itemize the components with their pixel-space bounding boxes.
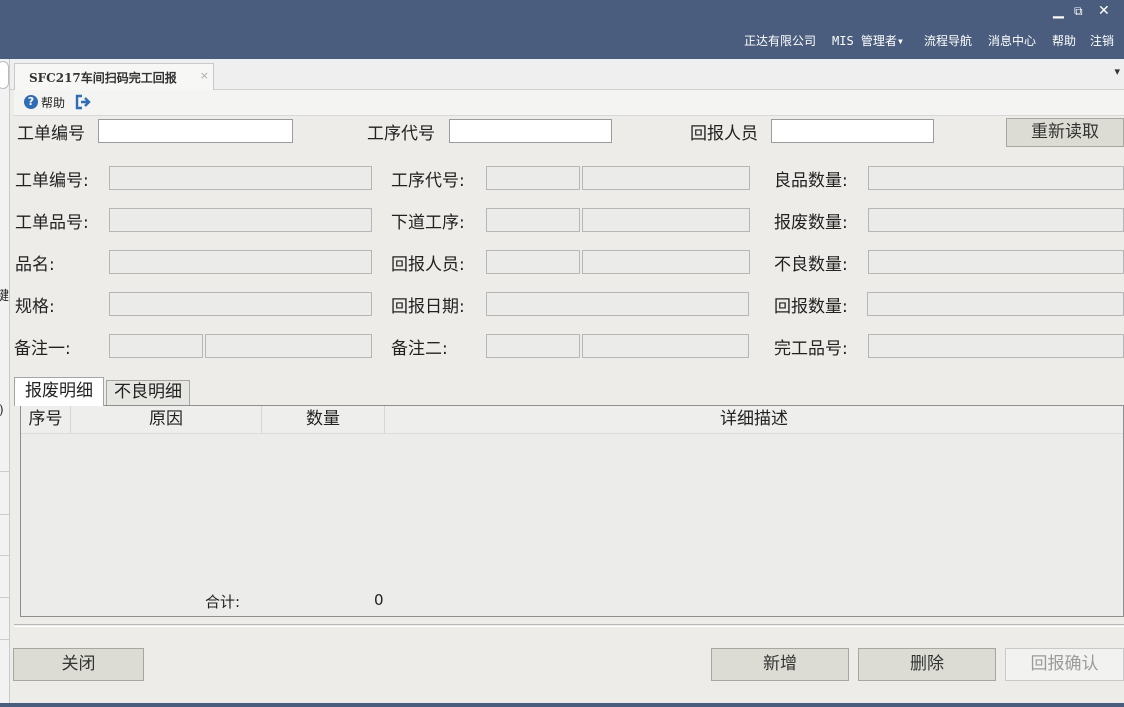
remark2-label: 备注二: [391, 339, 448, 359]
process-name-field[interactable] [582, 166, 750, 190]
process-code-label: 工序代号: [391, 171, 465, 191]
next-process-code-field[interactable] [486, 208, 580, 232]
reporter-name-field[interactable] [582, 250, 750, 274]
close-icon[interactable]: ✕ [1098, 2, 1110, 20]
logout-link[interactable]: 注销 [1090, 32, 1114, 50]
remark2-field-b[interactable] [582, 334, 749, 358]
remark1-field-b[interactable] [205, 334, 372, 358]
remark1-field-a[interactable] [109, 334, 203, 358]
remark1-label: 备注一: [14, 339, 71, 359]
finished-no-field[interactable] [868, 334, 1124, 358]
spec-field[interactable] [109, 292, 372, 316]
user-name: MIS 管理者 [832, 34, 897, 48]
report-date-field[interactable] [486, 292, 749, 316]
remark2-field-a[interactable] [486, 334, 580, 358]
tab-close-icon[interactable]: × [200, 69, 209, 82]
restore-icon[interactable]: ⧉ [1074, 2, 1083, 20]
product-name-label: 品名: [15, 255, 55, 275]
divider [0, 471, 9, 472]
grid-header-qty[interactable]: 数量 [262, 406, 385, 433]
company-name: 正达有限公司 [744, 34, 817, 48]
search-reporter-label: 回报人员 [690, 124, 758, 144]
report-qty-label: 回报数量: [774, 297, 848, 317]
good-qty-label: 良品数量: [774, 171, 848, 191]
process-code-field[interactable] [486, 166, 580, 190]
grid-header-reason[interactable]: 原因 [71, 406, 262, 433]
divider [0, 514, 9, 515]
flow-nav-link[interactable]: 流程导航 [924, 32, 972, 50]
good-qty-field[interactable] [868, 166, 1124, 190]
user-menu[interactable]: MIS 管理者▾ [832, 32, 904, 50]
add-button[interactable]: 新增 [711, 648, 849, 681]
scrap-qty-field[interactable] [868, 208, 1124, 232]
finished-no-label: 完工品号: [774, 339, 848, 359]
grid-header-seq[interactable]: 序号 [21, 406, 71, 433]
messages-link[interactable]: 消息中心 [988, 32, 1036, 50]
divider [14, 624, 1124, 625]
scrap-qty-label: 报废数量: [774, 213, 848, 233]
left-search-box[interactable] [0, 61, 9, 89]
left-panel: 键 :) [0, 59, 10, 707]
minimize-icon[interactable]: ▁ [1053, 2, 1064, 20]
product-no-label: 工单品号: [15, 213, 89, 233]
divider [0, 597, 9, 598]
search-work-order-label: 工单编号 [17, 124, 85, 144]
toolbar: ? 帮助 [14, 90, 1124, 116]
search-process-label: 工序代号 [367, 124, 435, 144]
reload-button[interactable]: 重新读取 [1006, 118, 1124, 147]
divider [0, 555, 9, 556]
chevron-down-icon: ▾ [896, 34, 905, 48]
divider [14, 626, 1124, 627]
close-button[interactable]: 关闭 [13, 648, 144, 681]
tab-defect-detail[interactable]: 不良明细 [106, 380, 190, 405]
tab-scrap-detail[interactable]: 报废明细 [14, 377, 104, 406]
toolbar-help-label[interactable]: 帮助 [41, 94, 65, 111]
top-bar: ▁ ⧉ ✕ 正达有限公司 MIS 管理者▾ 流程导航 消息中心 帮助 注销 [0, 0, 1124, 59]
report-date-label: 回报日期: [391, 297, 465, 317]
work-order-field[interactable] [109, 166, 372, 190]
grid-header-divider [21, 433, 1123, 434]
product-no-field[interactable] [109, 208, 372, 232]
product-name-field[interactable] [109, 250, 372, 274]
next-process-label: 下道工序: [391, 213, 465, 233]
report-qty-field[interactable] [867, 292, 1124, 316]
tab-sfc217[interactable]: SFC217车间扫码完工回报 × [14, 63, 214, 90]
delete-button[interactable]: 删除 [858, 648, 996, 681]
next-process-name-field[interactable] [582, 208, 750, 232]
help-icon[interactable]: ? [24, 95, 38, 109]
exit-icon[interactable] [75, 94, 93, 114]
tab-overflow-icon[interactable]: ▾ [1114, 65, 1120, 78]
grid-total-value: 0 [374, 591, 384, 609]
search-process-input[interactable] [449, 119, 612, 143]
left-fragment-text: 键 [0, 289, 10, 304]
scrap-detail-grid[interactable]: 序号 原因 数量 详细描述 合计: 0 [20, 405, 1124, 617]
tab-label: SFC217车间扫码完工回报 [29, 71, 177, 85]
left-fragment-text: :) [0, 403, 4, 417]
spec-label: 规格: [15, 297, 55, 317]
search-work-order-input[interactable] [98, 119, 293, 143]
help-link[interactable]: 帮助 [1052, 32, 1076, 50]
defect-qty-label: 不良数量: [774, 255, 848, 275]
work-order-label: 工单编号: [15, 171, 89, 191]
reporter-label: 回报人员: [391, 255, 465, 275]
reporter-code-field[interactable] [486, 250, 580, 274]
grid-total-label: 合计: [205, 593, 241, 611]
search-reporter-input[interactable] [771, 119, 934, 143]
confirm-report-button[interactable]: 回报确认 [1005, 648, 1124, 681]
grid-header-description[interactable]: 详细描述 [385, 406, 1123, 433]
divider [0, 639, 9, 640]
defect-qty-field[interactable] [868, 250, 1124, 274]
taskbar-edge [0, 703, 1124, 707]
